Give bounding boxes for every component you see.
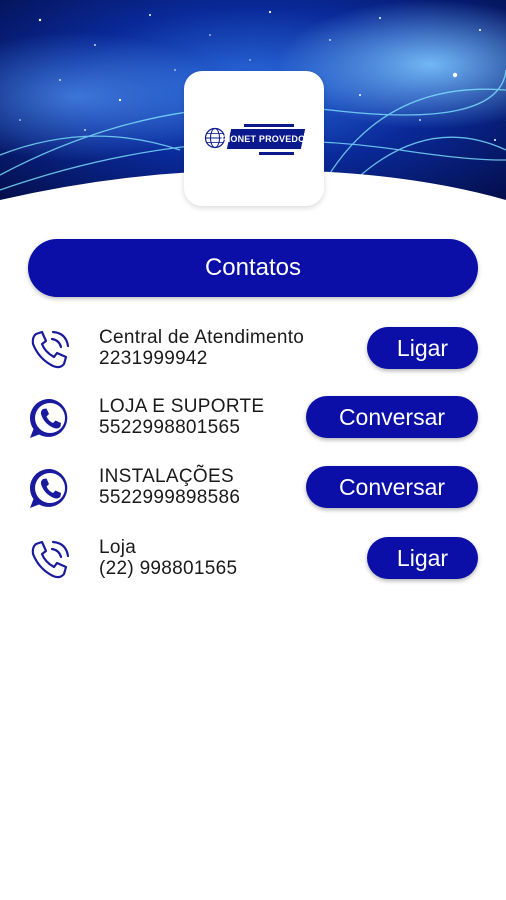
- contact-name: LOJA E SUPORTE: [99, 396, 265, 417]
- contact-row-loja: Loja (22) 998801565 Ligar: [0, 532, 506, 592]
- contact-number: 5522999898586: [99, 487, 241, 508]
- contact-name: Central de Atendimento: [99, 327, 305, 348]
- contact-info: Central de Atendimento 2231999942: [99, 327, 304, 369]
- contact-row-instalacoes: INSTALAÇÕES 5522999898586 Conversar: [0, 461, 506, 521]
- contact-info: LOJA E SUPORTE 5522998801565: [99, 396, 264, 438]
- chat-button[interactable]: Conversar: [306, 396, 478, 438]
- logo-brand-badge: RIONET PROVEDOR: [221, 129, 312, 149]
- chat-button[interactable]: Conversar: [306, 466, 478, 508]
- whatsapp-icon: [29, 468, 68, 508]
- call-button[interactable]: Ligar: [367, 537, 478, 579]
- contact-row-central: Central de Atendimento 2231999942 Ligar: [0, 322, 506, 382]
- contact-number: (22) 998801565: [99, 558, 238, 579]
- contact-row-loja-suporte: LOJA E SUPORTE 5522998801565 Conversar: [0, 391, 506, 451]
- logo-card: RIONET PROVEDOR: [184, 71, 324, 206]
- page-title: Contatos: [28, 239, 478, 297]
- contact-info: INSTALAÇÕES 5522999898586: [99, 466, 240, 508]
- phone-call-icon: [31, 330, 70, 369]
- contact-name: Loja: [99, 537, 137, 558]
- header-banner: RIONET PROVEDOR: [0, 0, 506, 215]
- contact-number: 2231999942: [99, 348, 208, 369]
- call-button[interactable]: Ligar: [367, 327, 478, 369]
- contact-name: INSTALAÇÕES: [99, 466, 234, 487]
- contacts-screen: RIONET PROVEDOR Contatos Central de Aten…: [0, 0, 506, 900]
- phone-call-icon: [31, 540, 70, 579]
- contact-info: Loja (22) 998801565: [99, 537, 237, 579]
- company-logo: RIONET PROVEDOR: [204, 121, 312, 159]
- whatsapp-icon: [29, 398, 68, 438]
- contact-number: 5522998801565: [99, 417, 241, 438]
- logo-brand-text: RIONET PROVEDOR: [220, 134, 312, 144]
